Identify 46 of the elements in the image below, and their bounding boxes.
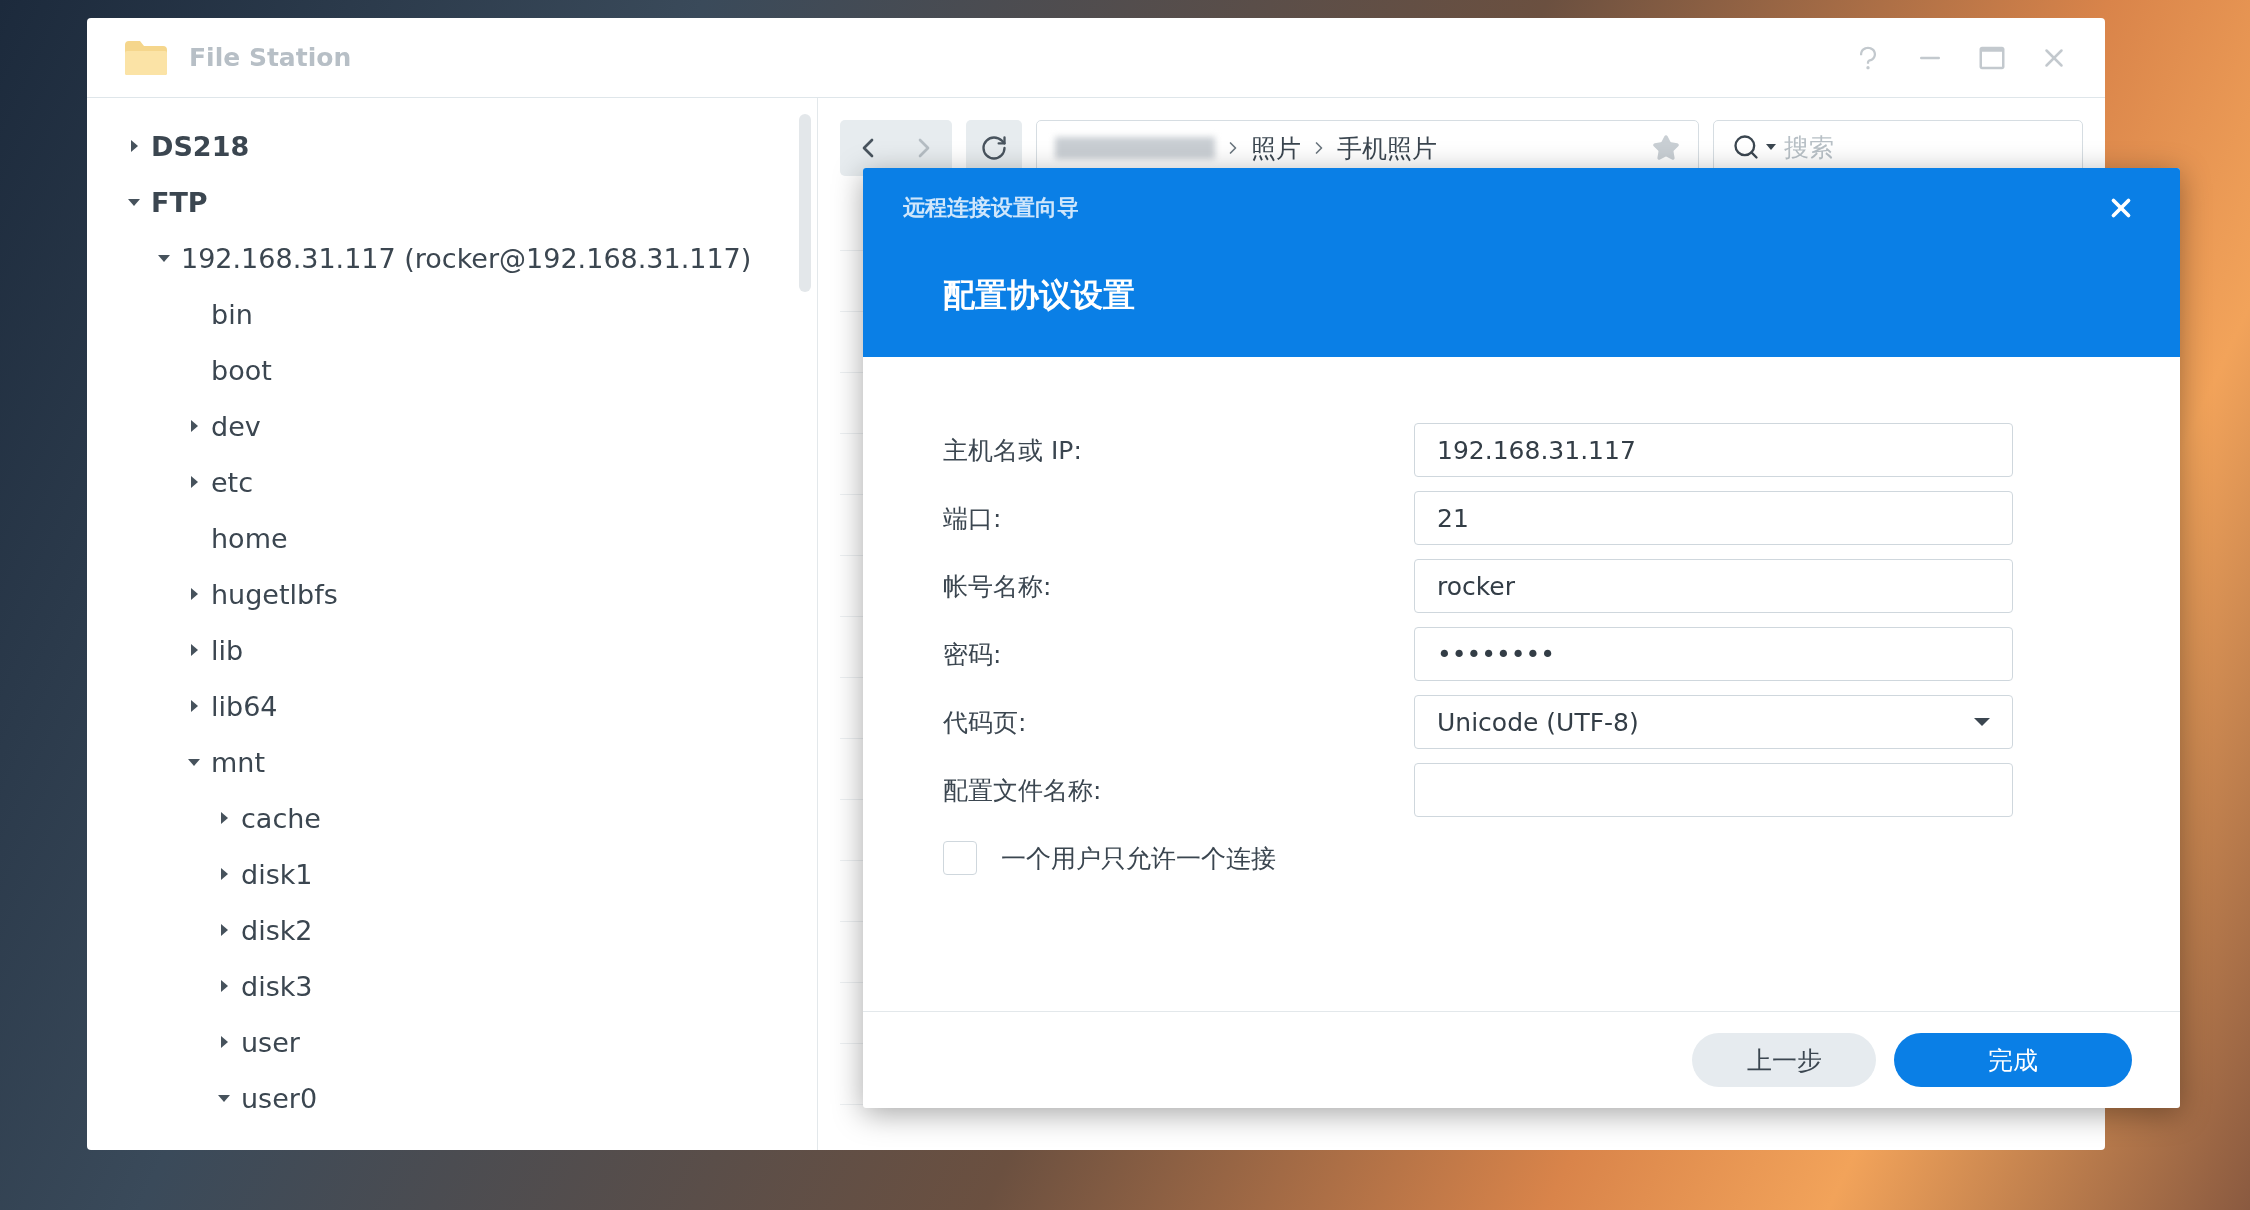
dialog-title: 远程连接设置向导 [903,194,1080,222]
scrollbar[interactable] [799,114,811,292]
search-icon [1732,133,1760,161]
star-icon[interactable] [1652,134,1680,162]
input-field[interactable]: rocker [1414,559,2013,613]
tree-item[interactable]: home [211,522,288,554]
caret-icon [1974,717,1990,727]
field-label: 主机名或 IP: [943,434,1083,467]
input-field[interactable]: 21 [1414,491,2013,545]
tree-item[interactable]: cache [241,802,321,834]
field-label: 密码: [943,638,1003,671]
folder-icon [123,38,169,77]
password-field[interactable]: •••••••• [1414,627,2013,681]
input-field[interactable] [1414,763,2013,817]
checkbox-label[interactable]: 一个用户只允许一个连接 [1001,841,1276,875]
path-crumb[interactable]: 手机照片 [1337,131,1437,165]
tree-item[interactable]: dev [211,410,261,442]
tree-item[interactable]: lib64 [211,690,278,722]
tree-item[interactable]: disk1 [241,858,313,890]
field-label: 端口: [943,502,1003,535]
tree-item[interactable]: bin [211,298,253,330]
field-label: 配置文件名称: [943,774,1103,807]
path-crumb[interactable]: 照片 [1251,131,1301,165]
codepage-dropdown[interactable]: Unicode (UTF-8) [1414,695,2013,749]
checkbox[interactable] [943,841,977,875]
tree-item[interactable]: mnt [211,746,265,778]
field-label: 代码页: [943,706,1028,739]
tree-item[interactable]: user [241,1026,300,1058]
tree-item[interactable]: lib [211,634,244,666]
refresh-icon [980,134,1008,162]
finish-button[interactable]: 完成 [1894,1033,2132,1087]
input-field[interactable]: 192.168.31.117 [1414,423,2013,477]
field-label: 帐号名称: [943,570,1053,603]
tree-item[interactable]: boot [211,354,272,386]
dialog-heading: 配置协议设置 [942,275,1136,316]
tree-item[interactable]: 192.168.31.117 (rocker@192.168.31.117) [181,242,752,274]
back-step-button[interactable]: 上一步 [1692,1033,1876,1087]
tree-item[interactable]: etc [211,466,254,498]
window-title: File Station [189,43,353,72]
tree-item[interactable]: disk2 [241,914,313,946]
caret-icon [1766,143,1776,151]
tree-item[interactable]: hugetlbfs [211,578,338,610]
tree-item[interactable]: user0 [241,1082,318,1114]
tree-item[interactable]: disk3 [241,970,313,1002]
tree-item[interactable]: DS218 [151,130,250,162]
tree-item[interactable]: FTP [151,186,208,218]
